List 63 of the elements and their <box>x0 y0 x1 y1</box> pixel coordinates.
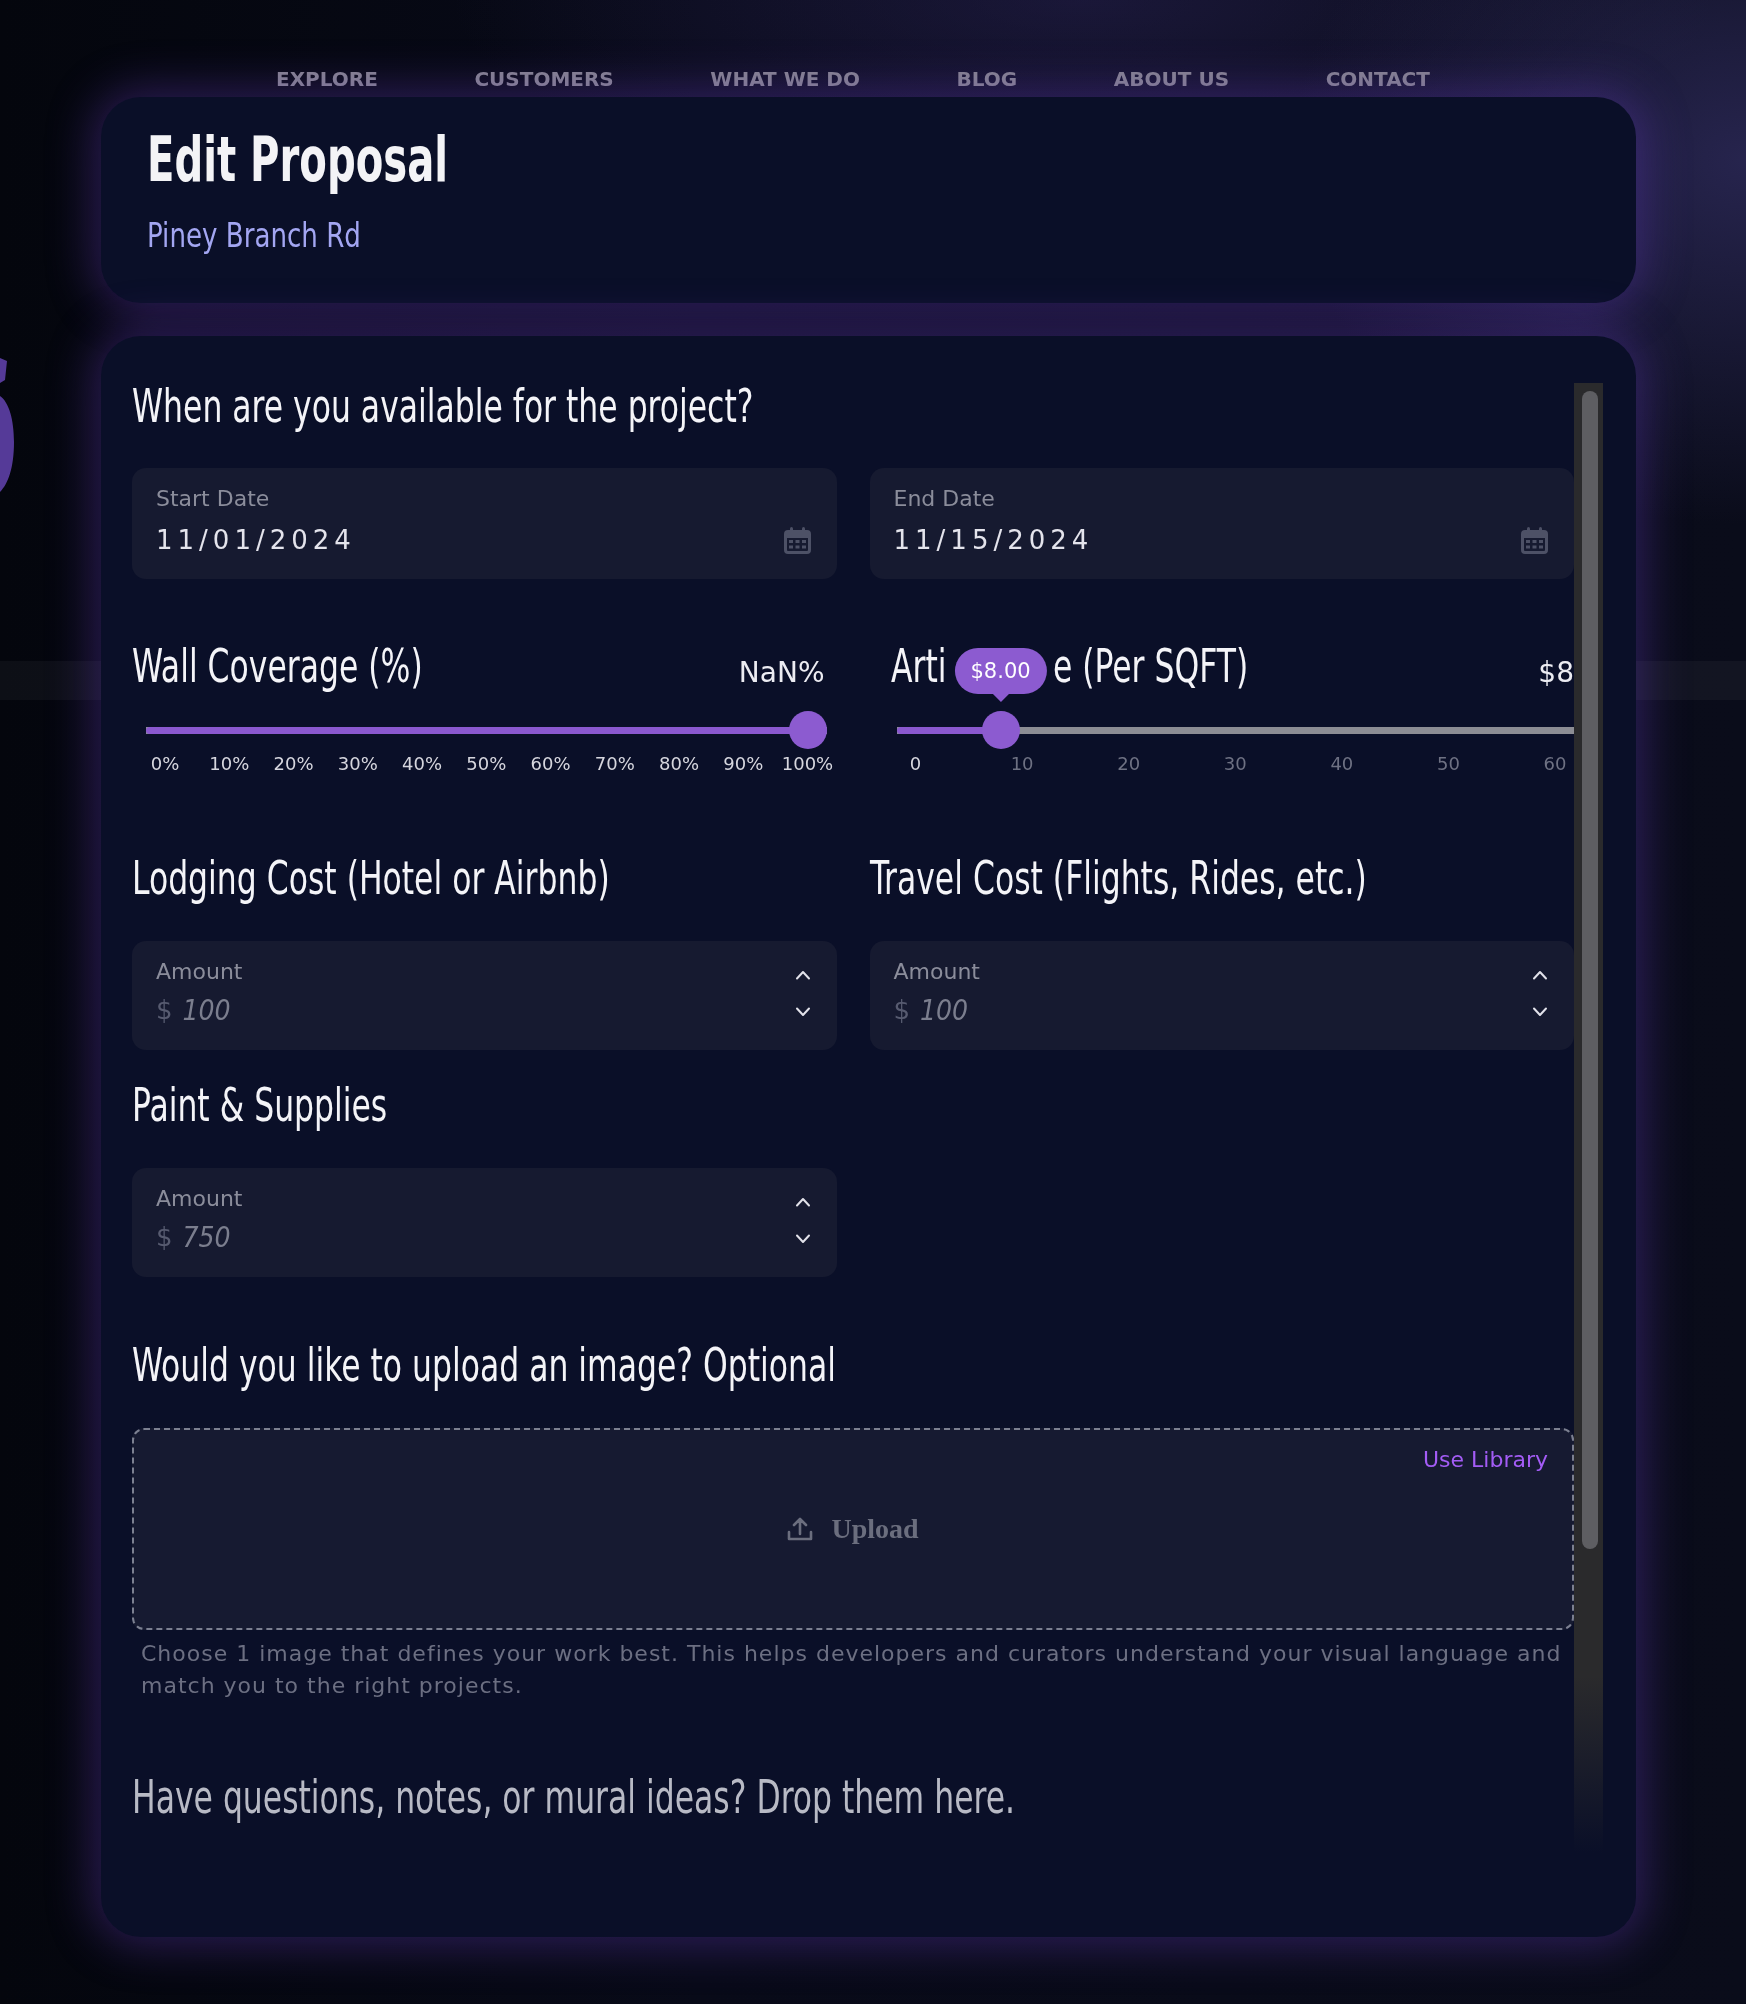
tick-label: 50% <box>466 753 507 775</box>
date-field[interactable]: End Date 11/15/2024 <box>869 468 1574 579</box>
tick-label: 70% <box>594 753 635 775</box>
chevron-up-icon[interactable] <box>794 970 811 980</box>
date-field[interactable]: Start Date 11/01/2024 <box>132 468 837 579</box>
slider-heading: Arti <box>890 643 946 689</box>
help-text: Choose 1 image that defines your work best. This helps developers and curators understand your visual language and match you to the right projects. <box>140 1640 1563 1700</box>
tick-label: 40% <box>402 753 442 775</box>
slider-thumb[interactable] <box>981 711 1020 749</box>
tick-label: 50 <box>1436 753 1460 775</box>
tick-label: 80% <box>659 753 699 775</box>
field-label: Amount <box>156 1186 243 1212</box>
nav-link[interactable]: ABOUT US <box>1113 66 1230 92</box>
chevron-down-icon[interactable] <box>794 1234 811 1244</box>
tick-label: 20 <box>1117 753 1141 775</box>
upload-dropzone[interactable]: Use Library Upload <box>132 1428 1574 1630</box>
currency-symbol: $ <box>156 1221 173 1254</box>
amount-field[interactable]: Amount $ 100 <box>132 941 837 1050</box>
chevron-down-icon[interactable] <box>794 1007 811 1017</box>
date-input[interactable]: 11/01/2024 <box>156 525 784 555</box>
date-input[interactable]: 11/15/2024 <box>893 525 1521 555</box>
field-label: End Date <box>893 486 995 512</box>
nav-link[interactable]: BLOG <box>956 66 1018 92</box>
nav-link[interactable]: CONTACT <box>1325 66 1430 92</box>
tick-label: 0 <box>909 753 922 775</box>
value-tooltip: $8.00 <box>954 648 1047 702</box>
chevron-up-icon[interactable] <box>1532 970 1548 980</box>
tick-label: 0% <box>150 753 180 775</box>
chevron-down-icon[interactable] <box>1532 1007 1548 1017</box>
slider-heading: e (Per SQFT) <box>1052 643 1248 689</box>
field-label: Amount <box>893 959 980 985</box>
upload-icon <box>787 1517 814 1541</box>
nav-link[interactable]: EXPLORE <box>276 66 378 92</box>
tick-label: 40 <box>1330 753 1354 775</box>
tick-label: 30 <box>1223 753 1247 775</box>
amount-input[interactable]: 100 <box>182 993 795 1027</box>
nav-link[interactable]: WHAT WE DO <box>710 66 860 92</box>
currency-symbol: $ <box>156 994 173 1027</box>
tick-label: 10% <box>209 753 250 775</box>
use-library-link[interactable]: Use Library <box>1422 1447 1548 1473</box>
tick-label: 100% <box>781 753 834 775</box>
scrollbar-thumb[interactable] <box>1582 391 1598 1549</box>
tick-label: 20% <box>273 753 314 775</box>
tick-label: 60% <box>530 753 571 775</box>
amount-field[interactable]: Amount $ 750 <box>132 1168 837 1277</box>
tick-label: 30% <box>337 753 378 775</box>
slider-reading: NaN% <box>738 656 825 690</box>
currency-symbol: $ <box>893 994 911 1027</box>
amount-input[interactable]: 750 <box>182 1220 795 1254</box>
page-title: Edit Proposal <box>147 125 449 195</box>
tick-label: 90% <box>723 753 764 775</box>
upload-button[interactable]: Upload <box>787 1511 919 1547</box>
nav-link[interactable]: CUSTOMERS <box>474 66 614 92</box>
amount-input[interactable]: 100 <box>920 993 1532 1027</box>
slider-thumb[interactable] <box>788 711 827 749</box>
tick-label: 10 <box>1010 753 1034 775</box>
amount-field[interactable]: Amount $ 100 <box>869 941 1574 1050</box>
slider-reading: $8 <box>1538 656 1574 690</box>
tick-label: 60 <box>1543 753 1567 775</box>
chevron-up-icon[interactable] <box>794 1197 811 1207</box>
address-subtitle: Piney Branch Rd <box>147 216 361 256</box>
field-label: Amount <box>156 959 243 985</box>
field-label: Start Date <box>156 486 270 512</box>
